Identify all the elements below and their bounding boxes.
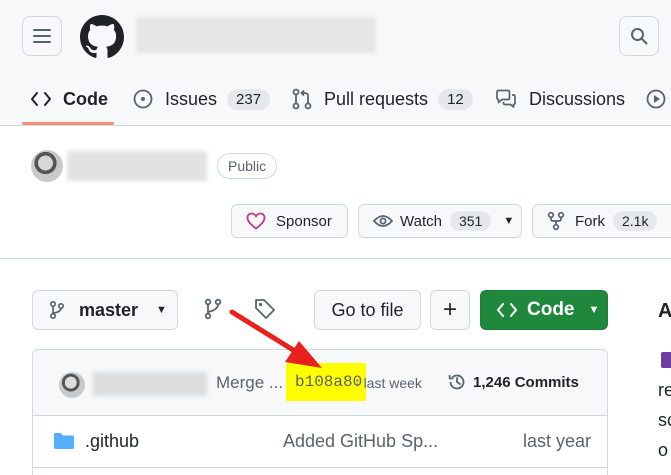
git-branch-icon: [49, 300, 65, 320]
active-tab-underline: [22, 122, 114, 125]
watch-count: 351: [449, 211, 492, 231]
tab-label: Code: [63, 88, 108, 109]
code-dropdown-button[interactable]: Code ▼: [480, 290, 608, 330]
menu-button[interactable]: [22, 16, 62, 56]
issues-count: 237: [227, 88, 271, 110]
repo-name-redacted[interactable]: [67, 151, 207, 181]
search-icon: [631, 28, 648, 45]
add-file-button[interactable]: +: [430, 290, 470, 330]
sponsor-label: Sponsor: [276, 212, 332, 230]
file-name[interactable]: .github: [85, 431, 139, 452]
heart-icon: [246, 212, 266, 230]
commits-label: 1,246 Commits: [473, 373, 579, 391]
fork-button[interactable]: Fork 2.1k: [532, 204, 671, 238]
chevron-down-icon: ▼: [503, 215, 515, 227]
search-button[interactable]: [619, 16, 659, 56]
watch-button[interactable]: Watch 351 ▼: [358, 204, 522, 238]
repo-tabs: Code Issues 237 Pull requests 12 Discuss…: [0, 76, 671, 126]
separator-dot: ·: [355, 375, 360, 391]
code-button-label: Code: [527, 299, 575, 320]
chevron-down-icon: ▼: [156, 304, 167, 316]
about-text-partial: re: [658, 380, 671, 400]
history-icon: [448, 374, 465, 390]
branches-link[interactable]: [204, 298, 222, 325]
tab-code[interactable]: Code: [31, 76, 108, 122]
section-divider: [0, 258, 671, 259]
plus-icon: +: [442, 296, 457, 323]
code-icon: [31, 91, 51, 107]
visibility-badge: Public: [217, 153, 278, 179]
file-commit-message[interactable]: Added GitHub Sp...: [283, 431, 438, 452]
watch-label: Watch: [400, 212, 442, 230]
repo-title-row: Public Sponsor Watch 351 ▼ Fork 2.1k: [0, 140, 671, 260]
tab-actions[interactable]: [646, 76, 671, 122]
chevron-down-icon: ▼: [588, 304, 600, 316]
tags-link[interactable]: [254, 298, 276, 325]
go-to-file-button[interactable]: Go to file: [314, 290, 421, 330]
github-logo-icon[interactable]: [80, 15, 124, 59]
sponsor-button[interactable]: Sponsor: [231, 204, 348, 238]
about-text-partial: o: [658, 440, 669, 460]
tag-icon: [255, 299, 275, 319]
owner-avatar[interactable]: [31, 150, 63, 182]
commit-hash[interactable]: b108a80: [295, 373, 362, 391]
commit-author-redacted[interactable]: [93, 372, 207, 396]
commit-message[interactable]: Merge ...: [216, 373, 283, 393]
tab-discussions[interactable]: Discussions: [495, 76, 625, 122]
folder-icon: [53, 432, 75, 455]
comment-discussion-icon: [495, 89, 517, 109]
repo-forked-icon: [547, 211, 565, 231]
repo-path-redacted[interactable]: [136, 17, 376, 53]
about-text-partial: sc: [658, 410, 671, 430]
pull-requests-count: 12: [438, 88, 473, 110]
tab-pull-requests[interactable]: Pull requests 12: [292, 76, 473, 122]
tab-issues[interactable]: Issues 237: [133, 76, 271, 122]
issue-opened-icon: [133, 89, 153, 109]
fork-label: Fork: [575, 212, 605, 230]
commit-time: · last week: [355, 375, 422, 391]
branch-select-button[interactable]: master ▼: [32, 290, 178, 330]
about-heading-partial: A: [658, 300, 671, 322]
latest-commit-bar: Merge ... b108a80 · last week 1,246 Comm…: [33, 350, 607, 416]
tab-label: Issues: [165, 88, 218, 109]
hamburger-icon: [33, 29, 51, 43]
file-list: Merge ... b108a80 · last week 1,246 Comm…: [32, 349, 608, 475]
commit-author-avatar[interactable]: [59, 372, 85, 398]
git-pull-request-icon: [292, 88, 312, 110]
fork-count: 2.1k: [613, 211, 658, 231]
table-row[interactable]: .github Added GitHub Sp... last year: [33, 416, 607, 468]
git-branch-icon: [204, 298, 222, 320]
go-to-file-label: Go to file: [331, 299, 404, 320]
tab-label: Discussions: [529, 88, 626, 109]
repo-header: Code Issues 237 Pull requests 12 Discuss…: [0, 0, 671, 126]
branch-name: master: [79, 299, 139, 320]
commit-time-label: last week: [363, 375, 422, 391]
clapper-emoji-icon: [661, 352, 671, 368]
tab-label: Pull requests: [324, 88, 429, 109]
code-icon: [497, 302, 517, 318]
eye-icon: [373, 214, 393, 228]
commits-link[interactable]: 1,246 Commits: [447, 372, 579, 392]
play-icon: [646, 89, 666, 109]
file-time: last year: [523, 431, 592, 451]
